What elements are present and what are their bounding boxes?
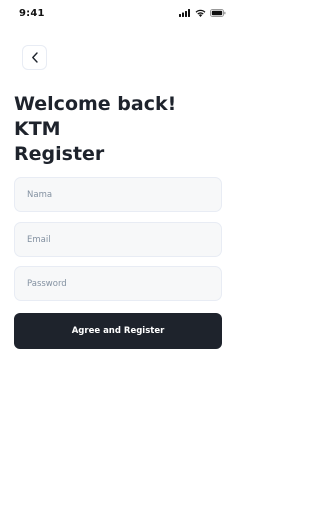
battery-icon [210,9,226,17]
email-input[interactable] [14,222,222,257]
wifi-icon [195,9,206,17]
page-title-line-2: Register [14,143,105,165]
agree-and-register-button[interactable]: Agree and Register [14,313,222,349]
back-button[interactable] [22,45,47,70]
name-input[interactable] [14,177,222,212]
status-time: 9:41 [19,8,45,19]
chevron-left-icon [31,52,39,63]
page-title: Welcome back! KTM Register [14,92,224,167]
cellular-signal-icon [179,9,191,17]
password-input[interactable] [14,266,222,301]
page-title-line-1: Welcome back! KTM [14,93,177,140]
status-bar: 9:41 [0,0,236,30]
status-icons [179,9,226,17]
